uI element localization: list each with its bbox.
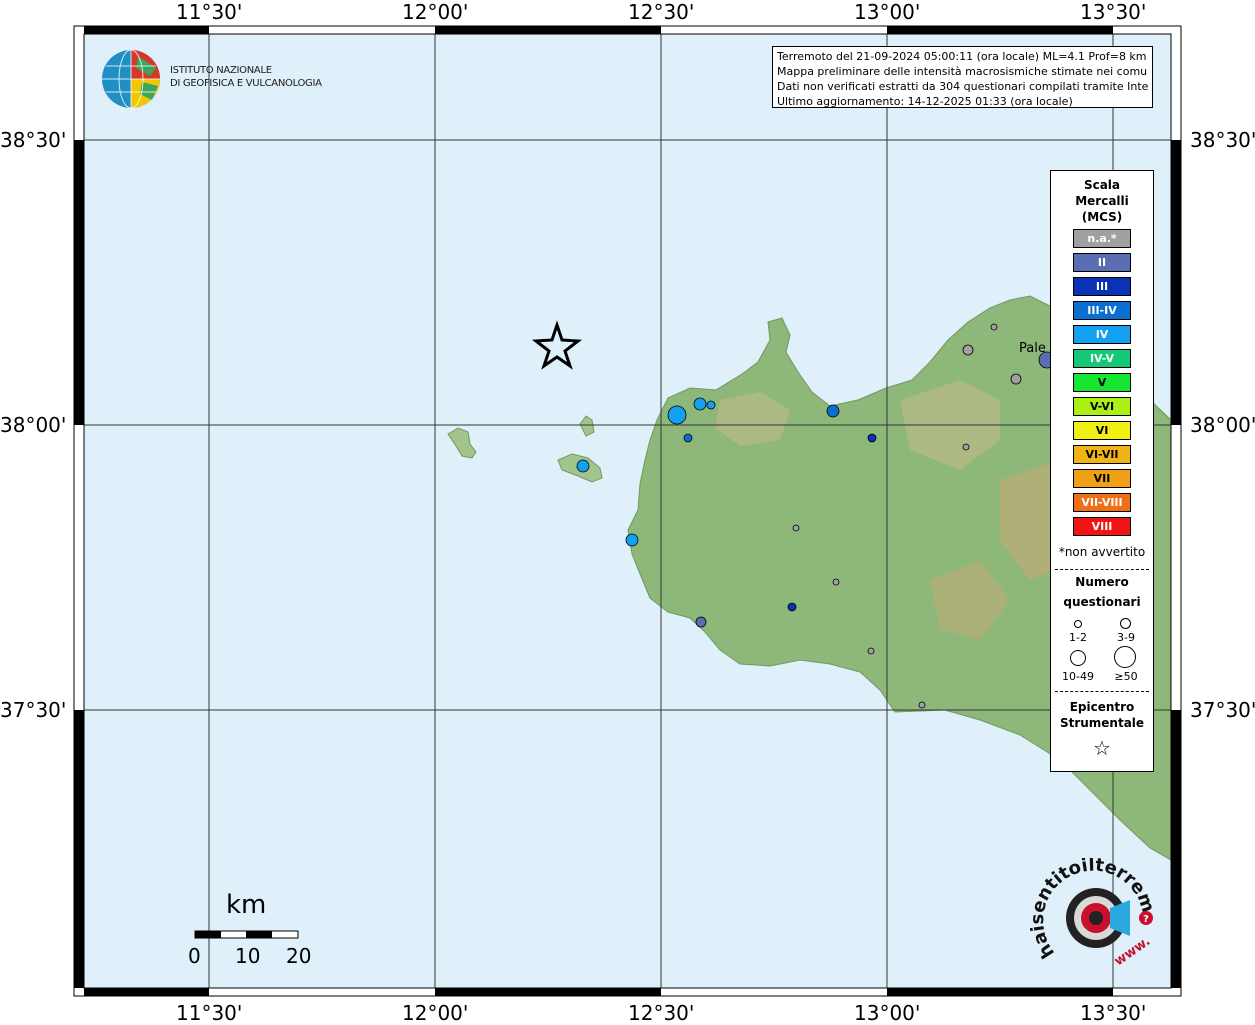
point-iii[interactable] [787, 602, 797, 612]
top-lon-label: 13°30' [1080, 0, 1147, 24]
right-lat-label: 37°30' [1190, 698, 1255, 722]
point-iii-iv[interactable] [826, 404, 840, 418]
point-na[interactable] [990, 323, 998, 331]
questionnaires-title-line: questionari [1063, 595, 1141, 609]
legend: Scala Mercalli (MCS) n.a.* II III III-IV IV I… [1050, 170, 1154, 772]
mcs-scale-item: VII-VIII [1073, 493, 1131, 512]
ingv-name-line2: DI GEOFISICA E VULCANOLOGIA [170, 78, 322, 89]
bottom-lon-label: 12°30' [628, 1001, 695, 1025]
q-label: 1-2 [1069, 631, 1087, 644]
epicenter-title-line: Epicentro [1069, 700, 1135, 714]
q-circle-large [1070, 650, 1086, 666]
mcs-scale-item: VI-VII [1073, 445, 1131, 464]
point-iii[interactable] [867, 433, 877, 443]
point-iv[interactable] [693, 397, 707, 411]
mcs-scale-item: V [1073, 373, 1131, 392]
legend-note: *non avvertito [1058, 545, 1146, 559]
legend-separator [1055, 569, 1149, 570]
hsit-logo[interactable]: haisentitoilterremoto.it ? www. [1030, 858, 1160, 978]
mcs-scale-item: V-VI [1073, 397, 1131, 416]
right-lat-label: 38°30' [1190, 128, 1255, 152]
q-label: 3-9 [1117, 631, 1135, 644]
q-label: ≥50 [1114, 670, 1138, 683]
bottom-lon-label: 13°30' [1080, 1001, 1147, 1025]
left-lat-label: 38°00' [0, 413, 67, 437]
legend-title-line: Scala [1083, 178, 1121, 192]
legend-title-line: (MCS) [1081, 210, 1123, 224]
epicenter-star-icon: ☆ [1093, 736, 1111, 760]
scale-tick-label: 10 [235, 944, 261, 968]
mcs-scale-item: VII [1073, 469, 1131, 488]
point-iv[interactable] [706, 400, 716, 410]
point-iv[interactable] [576, 459, 590, 473]
epicenter-title: Epicentro Strumentale [1051, 699, 1153, 731]
mcs-scale-item: VIII [1073, 517, 1131, 536]
top-lon-label: 12°30' [628, 0, 695, 24]
left-lat-label: 37°30' [0, 698, 67, 722]
info-line-3: Dati non verificati estratti da 304 ques… [777, 80, 1148, 93]
ingv-globe-icon [102, 49, 160, 109]
ingv-name-line1: ISTITUTO NAZIONALE [170, 65, 272, 76]
scale-tick-label: 0 [188, 944, 201, 968]
palermo-label: Pale [1019, 341, 1046, 356]
bottom-lon-label: 12°00' [402, 1001, 469, 1025]
bottom-lon-label: 13°00' [854, 1001, 921, 1025]
point-large-iv[interactable] [667, 405, 687, 425]
top-lon-label: 13°00' [854, 0, 921, 24]
hsit-www: www. [1112, 934, 1153, 969]
right-lat-label: 38°00' [1190, 413, 1255, 437]
epicenter-title-line: Strumentale [1059, 716, 1145, 730]
point-na[interactable] [962, 443, 970, 451]
questionnaires-title-line: Numero [1075, 575, 1129, 589]
point-na[interactable] [918, 701, 926, 709]
mcs-scale-item: II [1073, 253, 1131, 272]
scale-unit: km [226, 890, 267, 920]
mcs-scale-item: IV-V [1073, 349, 1131, 368]
q-circle-small [1074, 620, 1082, 628]
svg-text:?: ? [1143, 914, 1149, 925]
scale-tick-label: 20 [286, 944, 312, 968]
event-info-box: Terremoto del 21-09-2024 05:00:11 (ora l… [772, 46, 1153, 108]
left-lat-label: 38°30' [0, 128, 67, 152]
top-lon-label: 12°00' [402, 0, 469, 24]
mcs-scale-item: n.a.* [1073, 229, 1131, 248]
mcs-scale-item: IV [1073, 325, 1131, 344]
point-na[interactable] [792, 524, 800, 532]
point-iii-iv[interactable] [683, 433, 693, 443]
top-lon-label: 11°30' [176, 0, 243, 24]
mcs-scale-item: VI [1073, 421, 1131, 440]
q-label: 10-49 [1062, 670, 1094, 683]
info-line-4: Ultimo aggiornamento: 14-12-2025 01:33 (… [777, 95, 1073, 108]
ingv-name: ISTITUTO NAZIONALE DI GEOFISICA E VULCAN… [170, 64, 322, 90]
q-circle-medium [1120, 618, 1131, 629]
legend-title-line: Mercalli [1075, 194, 1129, 208]
point-na[interactable] [832, 578, 840, 586]
bottom-lon-label: 11°30' [176, 1001, 243, 1025]
mcs-scale-item: III-IV [1073, 301, 1131, 320]
scale-bar [194, 930, 299, 939]
event-line: Terremoto del 21-09-2024 05:00:11 (ora l… [777, 50, 1147, 63]
mcs-scale-item: III [1073, 277, 1131, 296]
point-na[interactable] [1010, 373, 1022, 385]
point-na[interactable] [962, 344, 974, 356]
legend-title: Scala Mercalli (MCS) [1051, 177, 1153, 225]
q-circle-xlarge [1114, 646, 1136, 668]
point-iv[interactable] [625, 533, 639, 547]
point-ii[interactable] [695, 616, 707, 628]
info-line-2: Mappa preliminare delle intensità macros… [777, 65, 1148, 78]
point-na[interactable] [867, 647, 875, 655]
questionnaires-title: Numero questionari [1051, 572, 1153, 612]
legend-separator [1055, 691, 1149, 692]
